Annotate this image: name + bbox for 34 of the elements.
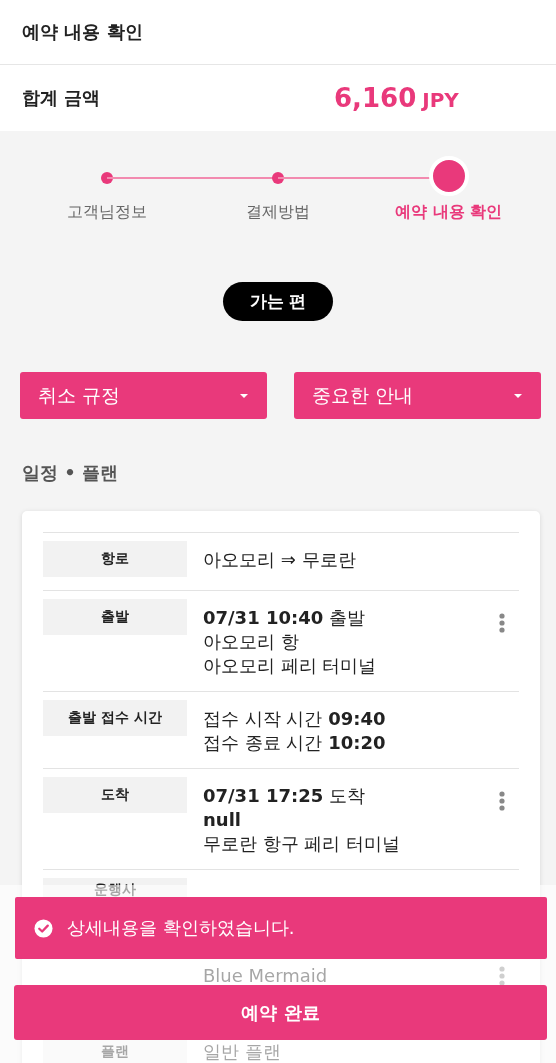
- row-label: 항로: [43, 541, 187, 577]
- more-icon[interactable]: [499, 613, 505, 633]
- page-title: 예약 내용 확인: [22, 20, 143, 44]
- total-amount: 6,160: [334, 83, 417, 113]
- caret-icon: [513, 392, 523, 399]
- row-value: 접수 종료 시간 10:20: [203, 731, 387, 755]
- row-label: 도착: [43, 777, 187, 813]
- row-value: 무로란 항구 페리 터미널: [203, 832, 402, 856]
- currency-label: JPY: [422, 88, 459, 112]
- row-value: 접수 시작 시간 09:40: [203, 707, 387, 731]
- row-label: 출발: [43, 599, 187, 635]
- row-value: 07/31 17:25 도착: [203, 784, 366, 808]
- caret-icon: [239, 392, 249, 399]
- dropdown-button[interactable]: 취소 규정: [20, 372, 267, 419]
- complete-booking-button[interactable]: 예약 완료: [14, 985, 547, 1040]
- step-label: 예약 내용 확인: [395, 202, 503, 223]
- step-label: 고객님정보: [67, 202, 148, 223]
- step-label: 결제방법: [246, 202, 310, 223]
- direction-badge: 가는 편: [222, 282, 334, 321]
- total-label: 합계 금액: [22, 86, 102, 110]
- row-value: 아오모리 페리 터미널: [203, 654, 378, 678]
- check-circle-icon: [34, 918, 53, 938]
- row-value: null: [203, 808, 242, 832]
- row-label: 플랜: [43, 1040, 187, 1063]
- row-value: Blue Mermaid: [203, 964, 329, 988]
- row-value: 07/31 10:40 출발: [203, 606, 366, 630]
- row-value: 아오모리 항: [203, 630, 300, 654]
- row-value: 아오모리 ⇒ 무로란: [203, 548, 357, 572]
- row-value: 일반 플랜: [203, 1040, 282, 1063]
- dropdown-button[interactable]: 중요한 안내: [294, 372, 541, 419]
- more-icon[interactable]: [499, 966, 505, 986]
- row-label: 출발 접수 시간: [43, 700, 187, 736]
- more-icon[interactable]: [499, 791, 505, 811]
- section-title: 일정 • 플랜: [21, 461, 120, 485]
